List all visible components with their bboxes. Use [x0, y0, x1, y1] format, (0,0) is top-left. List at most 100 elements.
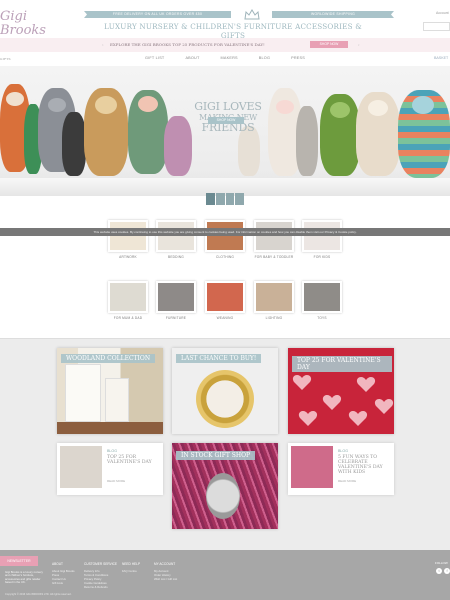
- category-lighting[interactable]: LIGHTING: [254, 281, 294, 320]
- read-more-link[interactable]: READ MORE: [107, 479, 125, 483]
- copyright-text: Copyright © 2016 GIGI BROOKS LTD. All ri…: [5, 593, 72, 596]
- footer-column-heading: NEED HELP: [122, 562, 141, 566]
- footer-column-about: ABOUT About Gigi Brooks Press Contact Us…: [52, 562, 75, 585]
- in-stock-gift-shop-tile[interactable]: IN STOCK GIFT SHOP: [172, 443, 278, 529]
- lion-toy: [84, 88, 128, 176]
- search-input[interactable]: [423, 22, 450, 31]
- crown-icon: [244, 9, 260, 20]
- hero-shop-button[interactable]: SHOP NOW: [208, 117, 244, 124]
- blog-title: TOP 25 FOR VALENTINE'S DAY: [107, 455, 152, 465]
- logo-text: Gigi Brooks: [0, 9, 46, 38]
- blog-image-kids: [291, 446, 333, 488]
- category-label: FURNITURE: [165, 316, 187, 320]
- footer-column-need-help: NEED HELP FAQ Centre: [122, 562, 140, 573]
- footer-link[interactable]: FAQ Centre: [122, 569, 140, 573]
- category-thumb: [108, 281, 148, 313]
- category-baby-toddler[interactable]: FOR BABY & TODDLER: [254, 220, 294, 259]
- category-furniture[interactable]: FURNITURE: [156, 281, 196, 320]
- promo-shop-button[interactable]: SHOP NOW: [310, 41, 348, 48]
- free-delivery-ribbon: FREE DELIVERY ON ALL UK ORDERS OVER £50: [84, 11, 231, 18]
- category-thumb: [156, 220, 196, 252]
- hero-title-line1: GIGI LOVES: [194, 100, 262, 113]
- section-divider: [0, 338, 450, 339]
- footer-link[interactable]: Wish List / Gift List: [154, 577, 177, 581]
- valentines-tile[interactable]: TOP 25 FOR VALENTINE'S DAY: [288, 348, 394, 434]
- logo[interactable]: Gigi Brooks LUXURY + NURSERY + GIFTS: [0, 9, 48, 62]
- category-label: FOR BABY & TODDLER: [254, 255, 294, 259]
- nav-blog[interactable]: BLOG: [259, 56, 270, 60]
- hero-pager-dot[interactable]: [235, 193, 244, 205]
- rug-image: [57, 422, 163, 434]
- promo-next-icon[interactable]: ›: [358, 42, 360, 47]
- wardrobe-image: [65, 364, 101, 422]
- category-label: TOYS: [317, 316, 327, 320]
- category-kids[interactable]: FOR KIDS: [302, 220, 342, 259]
- category-artwork[interactable]: ARTWORK: [108, 220, 148, 259]
- blog-title: 5 FUN WAYS TO CELEBRATE VALENTINE'S DAY …: [338, 455, 383, 475]
- monkey-toy: [128, 90, 168, 174]
- category-mum-dad[interactable]: FOR MUM & DAD: [108, 281, 148, 320]
- pink-toy: [164, 116, 192, 176]
- category-toys[interactable]: TOYS: [302, 281, 342, 320]
- category-clothing[interactable]: CLOTHING: [205, 220, 245, 259]
- hero-title-line3: FRIENDS: [201, 121, 255, 134]
- follow-label: FOLLOW: [435, 561, 448, 565]
- hero-pager-dot[interactable]: [215, 193, 225, 205]
- nav-makers[interactable]: MAKERS: [221, 56, 238, 60]
- cookie-notice[interactable]: This website uses cookies. By continuing…: [0, 228, 450, 236]
- footer-column-customer-service: CUSTOMER SERVICE Delivery Info Terms & C…: [84, 562, 117, 589]
- category-label: ARTWORK: [119, 255, 137, 259]
- hero-pager-dot[interactable]: [225, 193, 235, 205]
- footer-link[interactable]: Returns & Refunds: [84, 585, 117, 589]
- valentines-label: TOP 25 FOR VALENTINE'S DAY: [292, 356, 392, 372]
- woodland-collection-label: WOODLAND COLLECTION: [61, 354, 156, 363]
- category-label: BEDDING: [168, 255, 184, 259]
- category-thumb: [156, 281, 196, 313]
- category-thumb: [254, 220, 294, 252]
- category-weaning[interactable]: WEANING: [205, 281, 245, 320]
- last-chance-tile[interactable]: LAST CHANCE TO BUY!: [172, 348, 278, 434]
- blog-card-fun-ways[interactable]: BLOG 5 FUN WAYS TO CELEBRATE VALENTINE'S…: [288, 443, 394, 495]
- category-thumb: [302, 220, 342, 252]
- lamb-toy: [356, 92, 400, 176]
- raccoon-toy: [62, 112, 86, 176]
- category-thumb: [205, 220, 245, 252]
- nav-gift-list[interactable]: GIFT LIST: [145, 56, 164, 60]
- footer-link[interactable]: Gift Lists: [52, 581, 75, 585]
- promo-prev-icon[interactable]: ‹: [102, 42, 104, 47]
- category-thumb: [254, 281, 294, 313]
- last-chance-label: LAST CHANCE TO BUY!: [176, 354, 262, 363]
- category-label: WEANING: [216, 316, 234, 320]
- nav-about[interactable]: ABOUT: [185, 56, 199, 60]
- woodland-collection-tile[interactable]: WOODLAND COLLECTION: [57, 348, 163, 434]
- grey-toy: [296, 106, 318, 176]
- twitter-icon[interactable]: t: [436, 568, 442, 574]
- basket-link[interactable]: BASKET: [434, 56, 448, 60]
- pendant-image: [206, 473, 240, 519]
- dresser-image: [105, 378, 129, 422]
- account-link[interactable]: Account: [436, 11, 449, 15]
- worldwide-shipping-ribbon: WORLDWIDE SHIPPING: [272, 11, 394, 18]
- footer-column-heading: CUSTOMER SERVICE: [84, 562, 118, 566]
- blog-kicker: BLOG: [107, 449, 117, 453]
- category-label: FOR MUM & DAD: [113, 316, 143, 320]
- blog-card-valentines[interactable]: BLOG TOP 25 FOR VALENTINE'S DAY READ MOR…: [57, 443, 163, 495]
- category-label: LIGHTING: [265, 316, 283, 320]
- facebook-icon[interactable]: f: [444, 568, 450, 574]
- nav-press[interactable]: PRESS: [291, 56, 305, 60]
- footer-column-my-account: MY ACCOUNT My Account Order History Wish…: [154, 562, 177, 581]
- read-more-link[interactable]: READ MORE: [338, 479, 356, 483]
- footer-column-heading: MY ACCOUNT: [154, 562, 176, 566]
- blog-image-toys: [60, 446, 102, 488]
- main-nav: GIFT LIST ABOUT MAKERS BLOG PRESS: [145, 56, 305, 60]
- category-thumb: [302, 281, 342, 313]
- category-bedding[interactable]: BEDDING: [156, 220, 196, 259]
- mirror-image: [196, 370, 254, 428]
- category-thumb: [205, 281, 245, 313]
- category-label: FOR KIDS: [313, 255, 331, 259]
- category-thumb: [108, 220, 148, 252]
- category-label: CLOTHING: [215, 255, 235, 259]
- hero-pager-dot[interactable]: [206, 193, 215, 205]
- newsletter-tab[interactable]: NEWSLETTER: [0, 556, 38, 566]
- promo-text: EXPLORE THE GIGI BROOKS TOP 25 PRODUCTS …: [110, 42, 265, 47]
